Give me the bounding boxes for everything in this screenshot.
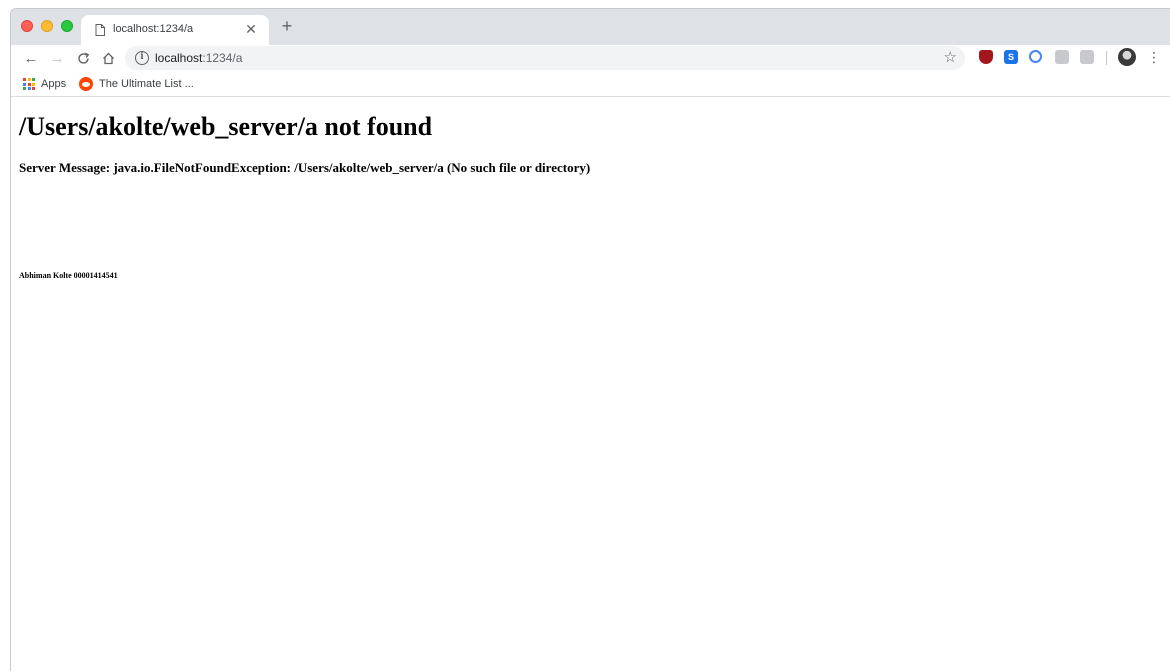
url-host: localhost xyxy=(155,51,203,65)
reddit-icon xyxy=(79,77,93,91)
apps-grid-icon xyxy=(23,78,35,90)
home-icon[interactable] xyxy=(98,48,118,68)
browser-window: localhost:1234/a ✕ + ← → i localhost:123… xyxy=(10,8,1170,671)
address-bar[interactable]: i localhost:1234/a ☆ xyxy=(125,46,965,70)
info-icon[interactable]: i xyxy=(135,51,149,65)
maximize-window-button[interactable] xyxy=(61,20,73,32)
page-content: /Users/akolte/web_server/a not found Ser… xyxy=(11,98,1170,671)
reload-icon[interactable] xyxy=(73,48,93,68)
bookmark-ultimate-list[interactable]: The Ultimate List ... xyxy=(79,76,194,92)
close-window-button[interactable] xyxy=(21,20,33,32)
ublock-icon[interactable] xyxy=(979,50,993,64)
tab-localhost[interactable]: localhost:1234/a ✕ xyxy=(81,15,269,45)
profile-avatar[interactable] xyxy=(1118,48,1136,66)
footer-text: Abhiman Kolte 00001414541 xyxy=(19,271,118,280)
url-text: localhost:1234/a xyxy=(155,51,242,65)
tab-title: localhost:1234/a xyxy=(113,23,194,35)
star-icon[interactable]: ☆ xyxy=(944,48,957,66)
bookmark-label: Apps xyxy=(41,78,67,90)
toolbar-divider xyxy=(1106,51,1107,65)
bookmark-apps[interactable]: Apps xyxy=(23,76,66,92)
back-arrow-icon[interactable]: ← xyxy=(21,48,41,68)
document-icon xyxy=(95,24,105,36)
sync-icon[interactable] xyxy=(1029,50,1042,63)
new-tab-button[interactable]: + xyxy=(277,17,297,37)
bookmarks-bar: Apps The Ultimate List ... xyxy=(11,71,1170,97)
bookmark-label: The Ultimate List ... xyxy=(99,78,194,90)
grey-extension-icon[interactable] xyxy=(1055,50,1069,64)
server-message: Server Message: java.io.FileNotFoundExce… xyxy=(19,160,591,175)
grey-extension-icon-2[interactable] xyxy=(1080,50,1094,64)
s-extension-icon[interactable]: S xyxy=(1004,50,1018,64)
kebab-menu-icon[interactable]: ⋮ xyxy=(1147,48,1161,68)
toolbar: ← → i localhost:1234/a ☆ S ⋮ xyxy=(11,45,1170,71)
tab-strip: localhost:1234/a ✕ + xyxy=(11,9,1170,45)
minimize-window-button[interactable] xyxy=(41,20,53,32)
url-path: :1234/a xyxy=(202,51,243,65)
forward-arrow-icon[interactable]: → xyxy=(47,48,67,68)
page-title: /Users/akolte/web_server/a not found xyxy=(19,112,433,141)
close-icon[interactable]: ✕ xyxy=(243,21,259,37)
